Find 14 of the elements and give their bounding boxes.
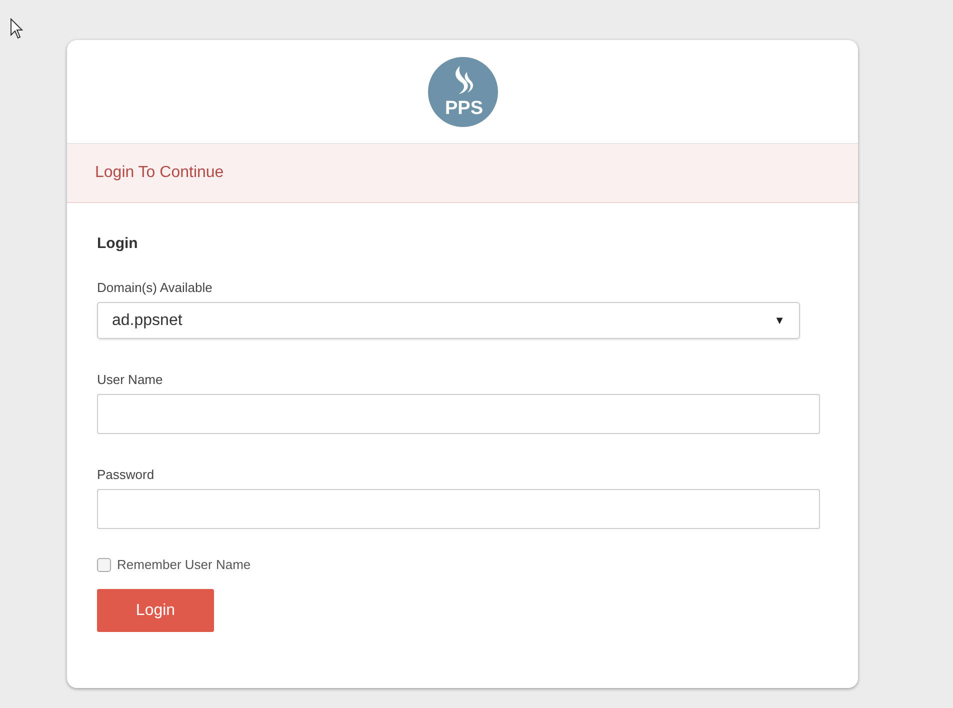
alert-text: Login To Continue <box>95 164 224 182</box>
username-field[interactable] <box>97 394 820 434</box>
cursor-icon <box>10 18 24 40</box>
field-label: Password <box>97 467 154 482</box>
checkbox-label: Remember User Name <box>117 557 251 572</box>
login-button[interactable]: Login <box>97 589 214 632</box>
logo: PPS <box>426 56 498 128</box>
domain-select[interactable]: ad.ppsnet ▼ <box>97 302 800 339</box>
password-field[interactable] <box>97 489 820 529</box>
form-title: Login <box>97 235 139 252</box>
field-label: User Name <box>97 372 163 387</box>
field-label: Domain(s) Available <box>97 280 212 295</box>
caret-icon: ▼ <box>774 314 785 326</box>
remember-checkbox[interactable] <box>97 558 111 572</box>
